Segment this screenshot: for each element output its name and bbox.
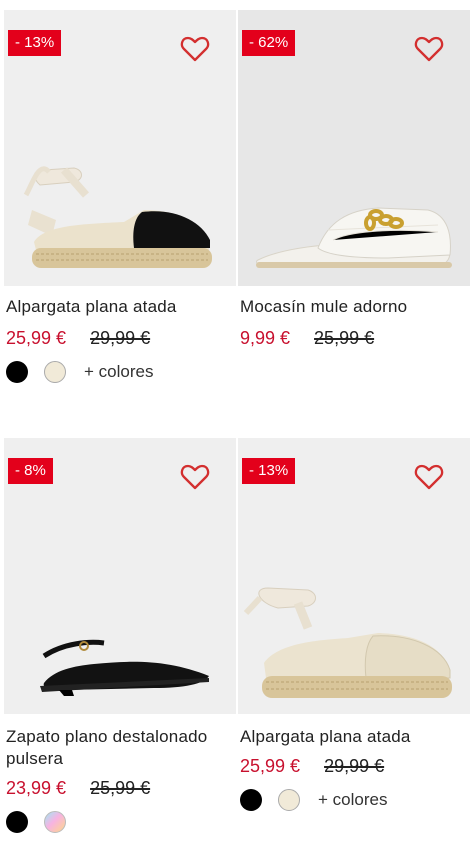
current-price: 23,99 €: [6, 778, 67, 798]
heart-icon[interactable]: [180, 463, 210, 491]
heart-icon[interactable]: [414, 463, 444, 491]
discount-badge: - 62%: [242, 30, 296, 56]
more-colors-link[interactable]: + colores: [318, 790, 387, 810]
product-title[interactable]: Mocasín mule adorno: [238, 296, 470, 318]
product-image[interactable]: - 13%: [238, 438, 470, 714]
heart-icon[interactable]: [180, 35, 210, 63]
product-title[interactable]: Alpargata plana atada: [238, 726, 470, 748]
color-swatch-beige[interactable]: [278, 789, 300, 811]
product-title[interactable]: Zapato plano destalonado pulsera: [4, 726, 236, 770]
original-price: 25,99 €: [90, 778, 151, 798]
discount-badge: - 13%: [8, 30, 62, 56]
color-swatch-iridescent[interactable]: [44, 811, 66, 833]
original-price: 25,99 €: [314, 328, 375, 348]
original-price: 29,99 €: [324, 756, 385, 776]
product-card[interactable]: - 8% Zapato plano destalonado pulsera 23…: [4, 438, 236, 833]
current-price: 9,99 €: [240, 328, 291, 348]
heart-icon[interactable]: [414, 35, 444, 63]
color-swatch-black[interactable]: [6, 361, 28, 383]
original-price: 29,99 €: [90, 328, 151, 348]
product-image[interactable]: - 13%: [4, 10, 236, 286]
color-swatch-black[interactable]: [6, 811, 28, 833]
product-card[interactable]: - 62% Mocasín mule adorno 9,99 € 25,99 €: [238, 10, 470, 349]
color-swatch-beige[interactable]: [44, 361, 66, 383]
more-colors-link[interactable]: + colores: [84, 362, 153, 382]
product-title[interactable]: Alpargata plana atada: [4, 296, 236, 318]
product-image[interactable]: - 62%: [238, 10, 470, 286]
color-swatch-black[interactable]: [240, 789, 262, 811]
product-card[interactable]: - 13% Alpargata plana atada 25,99 € 29,9…: [4, 10, 236, 383]
discount-badge: - 13%: [242, 458, 296, 484]
current-price: 25,99 €: [6, 328, 67, 348]
product-card[interactable]: - 13% Alpargata plana atada 25,99 € 29,9…: [238, 438, 470, 811]
current-price: 25,99 €: [240, 756, 301, 776]
product-image[interactable]: - 8%: [4, 438, 236, 714]
discount-badge: - 8%: [8, 458, 53, 484]
